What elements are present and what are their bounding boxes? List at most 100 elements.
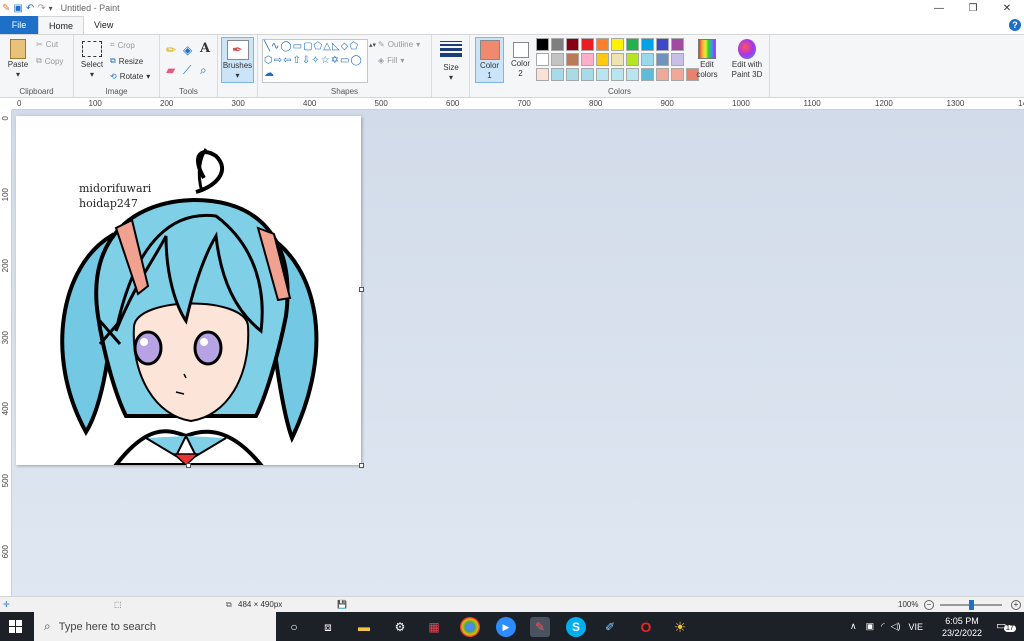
- opera-icon[interactable]: O: [636, 617, 656, 637]
- palette-swatch[interactable]: [581, 38, 594, 51]
- file-explorer-icon[interactable]: ▬: [354, 617, 374, 637]
- palette-swatch[interactable]: [566, 68, 579, 81]
- zoom-in-button[interactable]: +: [1011, 599, 1021, 610]
- cut-button[interactable]: ✂ Cut: [36, 40, 58, 49]
- language-indicator[interactable]: VIE: [909, 622, 924, 632]
- polygon-shape-icon[interactable]: ⬠: [314, 41, 323, 54]
- text-icon[interactable]: A: [200, 41, 210, 56]
- outline-button[interactable]: ✎ Outline ▾: [378, 40, 420, 49]
- triangle-shape-icon[interactable]: △: [323, 41, 331, 54]
- color2-button[interactable]: Color 2: [507, 37, 534, 83]
- minimize-button[interactable]: —: [922, 0, 956, 16]
- up-arrow-shape-icon[interactable]: ⇧: [293, 55, 301, 68]
- palette-swatch[interactable]: [656, 53, 669, 66]
- rounded-rect-shape-icon[interactable]: ▢: [303, 41, 312, 54]
- magnifier-icon[interactable]: ⌕: [200, 63, 207, 78]
- line-shape-icon[interactable]: ╲: [264, 41, 270, 54]
- palette-swatch[interactable]: [596, 38, 609, 51]
- brushes-button[interactable]: ✒ Brushes ▾: [221, 37, 254, 83]
- save-icon[interactable]: ▣: [13, 3, 22, 14]
- redo-icon[interactable]: ↷: [37, 3, 45, 14]
- copy-button[interactable]: ⧉ Copy: [36, 56, 63, 66]
- help-icon[interactable]: ?: [1009, 19, 1021, 31]
- color1-button[interactable]: Color 1: [475, 37, 504, 83]
- size-button[interactable]: Size ▾: [438, 41, 464, 82]
- palette-swatch[interactable]: [536, 38, 549, 51]
- skype-icon[interactable]: S: [566, 617, 586, 637]
- eraser-icon[interactable]: ▰: [166, 63, 175, 77]
- canvas-area[interactable]: midorifuwari hoidap247: [12, 110, 1024, 596]
- palette-swatch[interactable]: [611, 38, 624, 51]
- palette-swatch[interactable]: [671, 68, 684, 81]
- fill-bucket-icon[interactable]: ◈: [183, 43, 192, 57]
- undo-icon[interactable]: ↶: [26, 3, 34, 14]
- resize-handle-corner[interactable]: [359, 463, 364, 468]
- shapes-scroll-icon[interactable]: ▴▾: [369, 41, 376, 49]
- fill-button[interactable]: ◈ Fill ▾: [378, 56, 404, 65]
- paste-button[interactable]: Paste ▾: [5, 39, 31, 79]
- clock[interactable]: 6:05 PM 23/2/2022: [942, 612, 982, 641]
- color-picker-icon[interactable]: ⟋: [183, 63, 191, 78]
- palette-swatch[interactable]: [641, 68, 654, 81]
- resize-button[interactable]: ⧉ Resize: [110, 56, 143, 66]
- rotate-button[interactable]: ⟲ Rotate ▾: [110, 72, 150, 81]
- paint-app-icon[interactable]: ✎: [2, 3, 10, 14]
- palette-swatch[interactable]: [566, 38, 579, 51]
- palette-swatch[interactable]: [626, 68, 639, 81]
- palette-swatch[interactable]: [536, 53, 549, 66]
- cloud-shape-icon[interactable]: ☁: [264, 68, 274, 81]
- right-arrow-shape-icon[interactable]: ⇨: [274, 55, 282, 68]
- right-triangle-shape-icon[interactable]: ◺: [332, 41, 340, 54]
- palette-swatch[interactable]: [551, 38, 564, 51]
- palette-swatch[interactable]: [581, 68, 594, 81]
- palette-swatch[interactable]: [611, 68, 624, 81]
- star4-shape-icon[interactable]: ✧: [311, 55, 319, 68]
- windows-start-icon[interactable]: [9, 620, 22, 633]
- rectangle-shape-icon[interactable]: ▭: [293, 41, 302, 54]
- star6-shape-icon[interactable]: ✡: [331, 55, 339, 68]
- palette-swatch[interactable]: [596, 68, 609, 81]
- edit-colors-button[interactable]: Edit colors: [692, 39, 722, 79]
- down-arrow-shape-icon[interactable]: ⇩: [302, 55, 310, 68]
- pentagon-shape-icon[interactable]: ⬠: [349, 41, 358, 54]
- task-view-icon[interactable]: ⧈: [318, 617, 338, 637]
- palette-swatch[interactable]: [551, 68, 564, 81]
- callout-oval-shape-icon[interactable]: ◯: [351, 55, 362, 68]
- diamond-shape-icon[interactable]: ◇: [341, 41, 349, 54]
- zoom-out-button[interactable]: −: [924, 599, 934, 610]
- volume-icon[interactable]: ◁): [891, 621, 901, 632]
- drawing-canvas[interactable]: midorifuwari hoidap247: [16, 116, 361, 465]
- paint-brush-app-icon[interactable]: ✐: [600, 617, 620, 637]
- meet-now-icon[interactable]: ▣: [866, 621, 875, 632]
- chrome-icon[interactable]: [460, 617, 480, 637]
- palette-swatch[interactable]: [551, 53, 564, 66]
- tab-file[interactable]: File: [0, 16, 38, 34]
- callout-rect-shape-icon[interactable]: ▭: [340, 55, 349, 68]
- palette-swatch[interactable]: [626, 38, 639, 51]
- edit-with-paint3d-button[interactable]: Edit with Paint 3D: [728, 39, 766, 79]
- palette-swatch[interactable]: [671, 53, 684, 66]
- settings-gear-icon[interactable]: ⚙: [390, 617, 410, 637]
- zoom-slider-thumb[interactable]: [969, 600, 974, 610]
- resize-handle-right[interactable]: [359, 287, 364, 292]
- hexagon-shape-icon[interactable]: ⬡: [264, 55, 273, 68]
- palette-swatch[interactable]: [641, 38, 654, 51]
- resize-handle-bottom[interactable]: [186, 463, 191, 468]
- palette-swatch[interactable]: [626, 53, 639, 66]
- zoom-app-icon[interactable]: ▶: [496, 617, 516, 637]
- chevron-up-icon[interactable]: ∧: [850, 621, 857, 632]
- tab-home[interactable]: Home: [38, 16, 85, 34]
- palette-swatch[interactable]: [641, 53, 654, 66]
- paint-taskbar-icon[interactable]: ✎: [530, 617, 550, 637]
- curve-shape-icon[interactable]: ∿: [271, 41, 279, 54]
- restore-button[interactable]: ❐: [956, 0, 990, 16]
- palette-swatch[interactable]: [566, 53, 579, 66]
- store-app-icon[interactable]: ▦: [424, 617, 444, 637]
- star5-shape-icon[interactable]: ☆: [321, 55, 330, 68]
- left-arrow-shape-icon[interactable]: ⇦: [283, 55, 291, 68]
- palette-swatch[interactable]: [596, 53, 609, 66]
- palette-swatch[interactable]: [656, 68, 669, 81]
- weather-icon[interactable]: ☀: [670, 617, 690, 637]
- pencil-icon[interactable]: ✏: [166, 43, 176, 57]
- crop-button[interactable]: ⌗ Crop: [110, 40, 135, 50]
